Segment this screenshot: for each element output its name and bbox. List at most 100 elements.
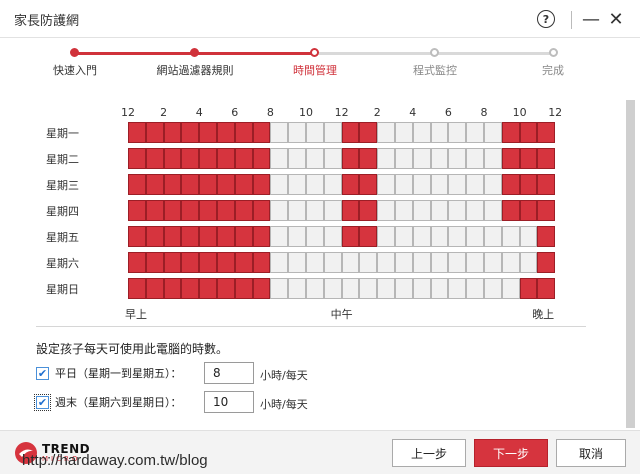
next-button[interactable]: 下一步 — [474, 439, 548, 467]
hour-cell[interactable] — [430, 226, 449, 247]
hour-cell[interactable] — [252, 252, 271, 273]
hour-cell[interactable] — [430, 200, 449, 221]
hour-cell[interactable] — [359, 278, 378, 299]
hour-cell[interactable] — [377, 252, 395, 273]
hour-cell[interactable] — [430, 252, 449, 273]
hour-cell[interactable] — [537, 122, 556, 143]
hour-cell[interactable] — [448, 278, 467, 299]
hour-cell[interactable] — [163, 278, 182, 299]
hour-cell[interactable] — [359, 200, 378, 221]
hour-cell[interactable] — [519, 252, 538, 273]
hour-cell[interactable] — [145, 174, 164, 195]
hour-cell[interactable] — [305, 252, 324, 273]
hour-cell[interactable] — [270, 200, 289, 221]
hour-cell[interactable] — [466, 278, 484, 299]
hour-cell[interactable] — [341, 148, 360, 169]
hour-cell[interactable] — [234, 174, 253, 195]
hour-cell[interactable] — [305, 226, 324, 247]
hour-cell[interactable] — [234, 226, 253, 247]
hour-cell[interactable] — [466, 252, 484, 273]
hour-cell[interactable] — [181, 200, 200, 221]
hour-cell[interactable] — [537, 226, 556, 247]
hour-cell[interactable] — [448, 252, 467, 273]
hour-cell[interactable] — [252, 278, 271, 299]
hour-cell[interactable] — [252, 174, 271, 195]
hour-cell[interactable] — [128, 252, 146, 273]
hour-cell[interactable] — [305, 200, 324, 221]
hour-cell[interactable] — [466, 200, 484, 221]
hour-cell[interactable] — [537, 148, 556, 169]
hour-cell[interactable] — [216, 174, 235, 195]
hour-cell[interactable] — [288, 148, 306, 169]
hour-cell[interactable] — [519, 226, 538, 247]
hour-cell[interactable] — [501, 252, 520, 273]
hour-cell[interactable] — [483, 226, 502, 247]
hour-cell[interactable] — [412, 148, 431, 169]
hour-cell[interactable] — [288, 122, 306, 143]
hour-cell[interactable] — [252, 122, 271, 143]
hour-cell[interactable] — [448, 148, 467, 169]
hour-cell[interactable] — [394, 226, 413, 247]
hour-cell[interactable] — [448, 200, 467, 221]
hour-cell[interactable] — [305, 122, 324, 143]
hour-cell[interactable] — [270, 122, 289, 143]
minimize-button[interactable]: — — [580, 6, 602, 32]
hour-cell[interactable] — [448, 174, 467, 195]
hour-cell[interactable] — [252, 226, 271, 247]
hour-cell[interactable] — [288, 278, 306, 299]
hour-cell[interactable] — [501, 122, 520, 143]
hour-cell[interactable] — [537, 200, 556, 221]
hour-cell[interactable] — [466, 148, 484, 169]
hour-cell[interactable] — [501, 226, 520, 247]
hour-cell[interactable] — [359, 174, 378, 195]
hour-cell[interactable] — [270, 226, 289, 247]
hour-cell[interactable] — [216, 122, 235, 143]
hour-cell[interactable] — [181, 174, 200, 195]
close-button[interactable]: ✕ — [605, 6, 627, 32]
hour-cell[interactable] — [341, 252, 360, 273]
hour-cell[interactable] — [519, 122, 538, 143]
hour-cell[interactable] — [377, 278, 395, 299]
hour-cell[interactable] — [466, 174, 484, 195]
hour-cell[interactable] — [234, 278, 253, 299]
hour-cell[interactable] — [181, 148, 200, 169]
hour-cell[interactable] — [394, 252, 413, 273]
hour-cell[interactable] — [128, 122, 146, 143]
hour-cell[interactable] — [501, 148, 520, 169]
hour-cell[interactable] — [341, 278, 360, 299]
help-icon[interactable]: ? — [537, 10, 555, 28]
hour-cell[interactable] — [305, 148, 324, 169]
hour-cell[interactable] — [216, 252, 235, 273]
hour-cell[interactable] — [430, 278, 449, 299]
hour-cell[interactable] — [234, 122, 253, 143]
hour-cell[interactable] — [323, 252, 342, 273]
hour-cell[interactable] — [430, 122, 449, 143]
hour-cell[interactable] — [181, 252, 200, 273]
hour-cell[interactable] — [145, 278, 164, 299]
hour-cell[interactable] — [288, 200, 306, 221]
hour-cell[interactable] — [394, 278, 413, 299]
weekday-option[interactable]: ✔ 平日（星期一到星期五）： — [36, 362, 182, 384]
hour-cell[interactable] — [448, 226, 467, 247]
hour-cell[interactable] — [163, 200, 182, 221]
hour-cell[interactable] — [483, 174, 502, 195]
hour-cell[interactable] — [359, 148, 378, 169]
hour-cell[interactable] — [323, 174, 342, 195]
hour-cell[interactable] — [288, 252, 306, 273]
hour-cell[interactable] — [377, 148, 395, 169]
hour-cell[interactable] — [234, 200, 253, 221]
hour-cell[interactable] — [199, 200, 217, 221]
hour-cell[interactable] — [483, 122, 502, 143]
hour-cell[interactable] — [288, 174, 306, 195]
scrollbar-thumb[interactable] — [626, 100, 635, 428]
hour-cell[interactable] — [252, 148, 271, 169]
hour-cell[interactable] — [377, 122, 395, 143]
hour-cell[interactable] — [377, 226, 395, 247]
weekday-checkbox[interactable]: ✔ — [36, 366, 49, 380]
hour-cell[interactable] — [412, 278, 431, 299]
hour-cell[interactable] — [199, 122, 217, 143]
hour-cell[interactable] — [216, 278, 235, 299]
hour-cell[interactable] — [234, 252, 253, 273]
hour-cell[interactable] — [483, 148, 502, 169]
hour-cell[interactable] — [270, 278, 289, 299]
